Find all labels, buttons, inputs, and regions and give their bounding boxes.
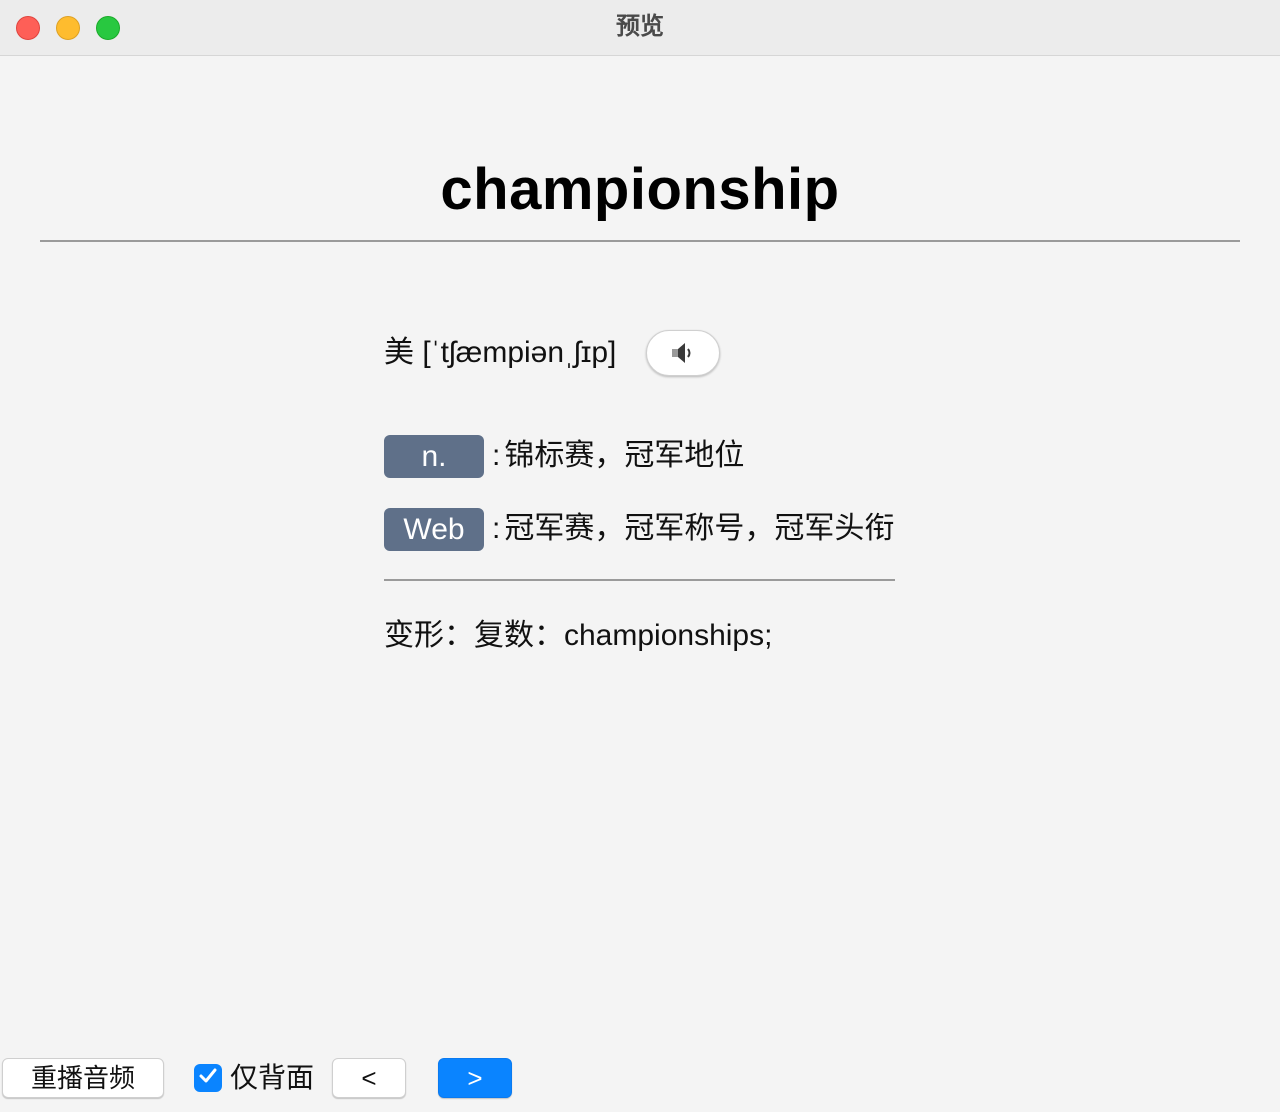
- speaker-icon: [670, 342, 696, 364]
- checkmark-icon: [198, 1067, 218, 1090]
- replay-audio-button[interactable]: 重播音频: [2, 1058, 164, 1098]
- title-bar: 预览: [0, 0, 1280, 56]
- previous-button[interactable]: <: [332, 1058, 406, 1098]
- definition-text: 冠军赛，冠军称号，冠军头衔: [504, 512, 895, 545]
- divider-middle: [384, 579, 895, 581]
- back-only-checkbox[interactable]: [194, 1064, 222, 1092]
- pos-badge: Web: [384, 507, 484, 551]
- back-only-label: 仅背面: [230, 1062, 315, 1093]
- back-only-toggle[interactable]: 仅背面: [194, 1058, 314, 1098]
- pos-badge: n.: [384, 434, 484, 478]
- next-button[interactable]: >: [438, 1058, 512, 1098]
- divider-top: [40, 240, 1240, 242]
- pronunciation-row: 美 [ˈtʃæmpiənˌʃɪp]: [384, 328, 721, 378]
- headword: championship: [440, 157, 840, 222]
- definition-row: n. : 锦标赛，冠军地位: [384, 434, 744, 478]
- pronunciation-text: 美 [ˈtʃæmpiənˌʃɪp]: [384, 336, 617, 369]
- preview-window: 预览 championship 美 [ˈtʃæmpiənˌʃɪp] n. : 锦…: [0, 0, 1280, 1112]
- definition-separator: :: [492, 439, 501, 472]
- play-pronunciation-button[interactable]: [646, 330, 721, 376]
- definition-separator: :: [492, 512, 501, 545]
- word-forms: 变形：复数：championships;: [384, 619, 773, 652]
- definition-row: Web : 冠军赛，冠军称号，冠军头衔: [384, 507, 894, 551]
- definition-text: 锦标赛，冠军地位: [504, 439, 745, 472]
- window-title: 预览: [616, 13, 664, 40]
